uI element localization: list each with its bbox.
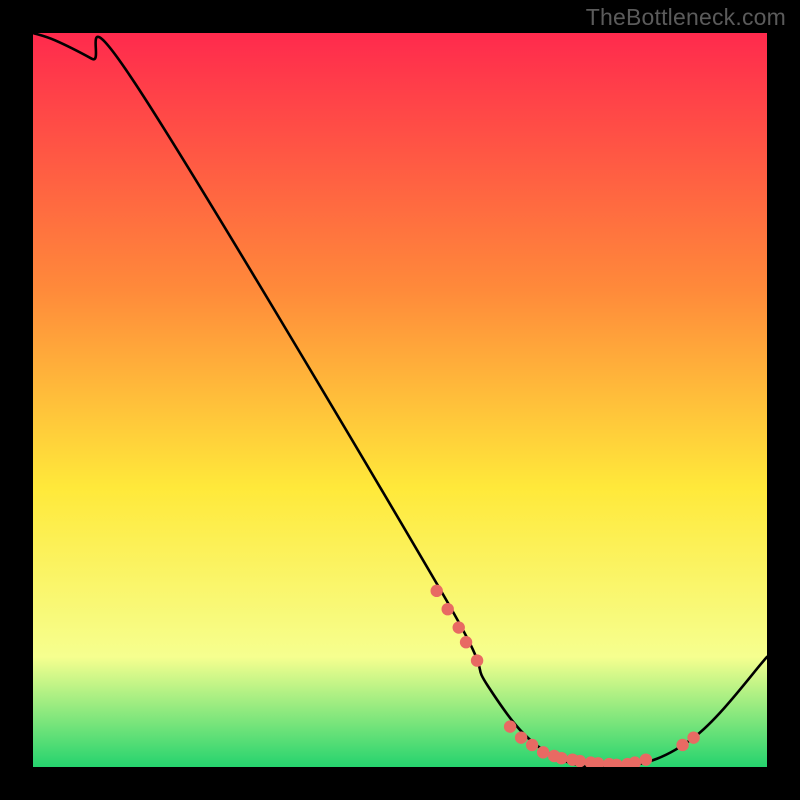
data-point [640,753,652,765]
gradient-chart-svg [33,33,767,767]
plot-area [33,33,767,767]
data-point [504,720,516,732]
data-point [453,621,465,633]
chart-frame: TheBottleneck.com [0,0,800,800]
gradient-background [33,33,767,767]
data-point [526,739,538,751]
data-point [676,739,688,751]
data-point [687,731,699,743]
data-point [471,654,483,666]
data-point [555,752,567,764]
data-point [537,746,549,758]
data-point [515,731,527,743]
data-point [460,636,472,648]
data-point [442,603,454,615]
data-point [431,585,443,597]
data-point [574,755,586,767]
watermark-text: TheBottleneck.com [586,4,786,31]
